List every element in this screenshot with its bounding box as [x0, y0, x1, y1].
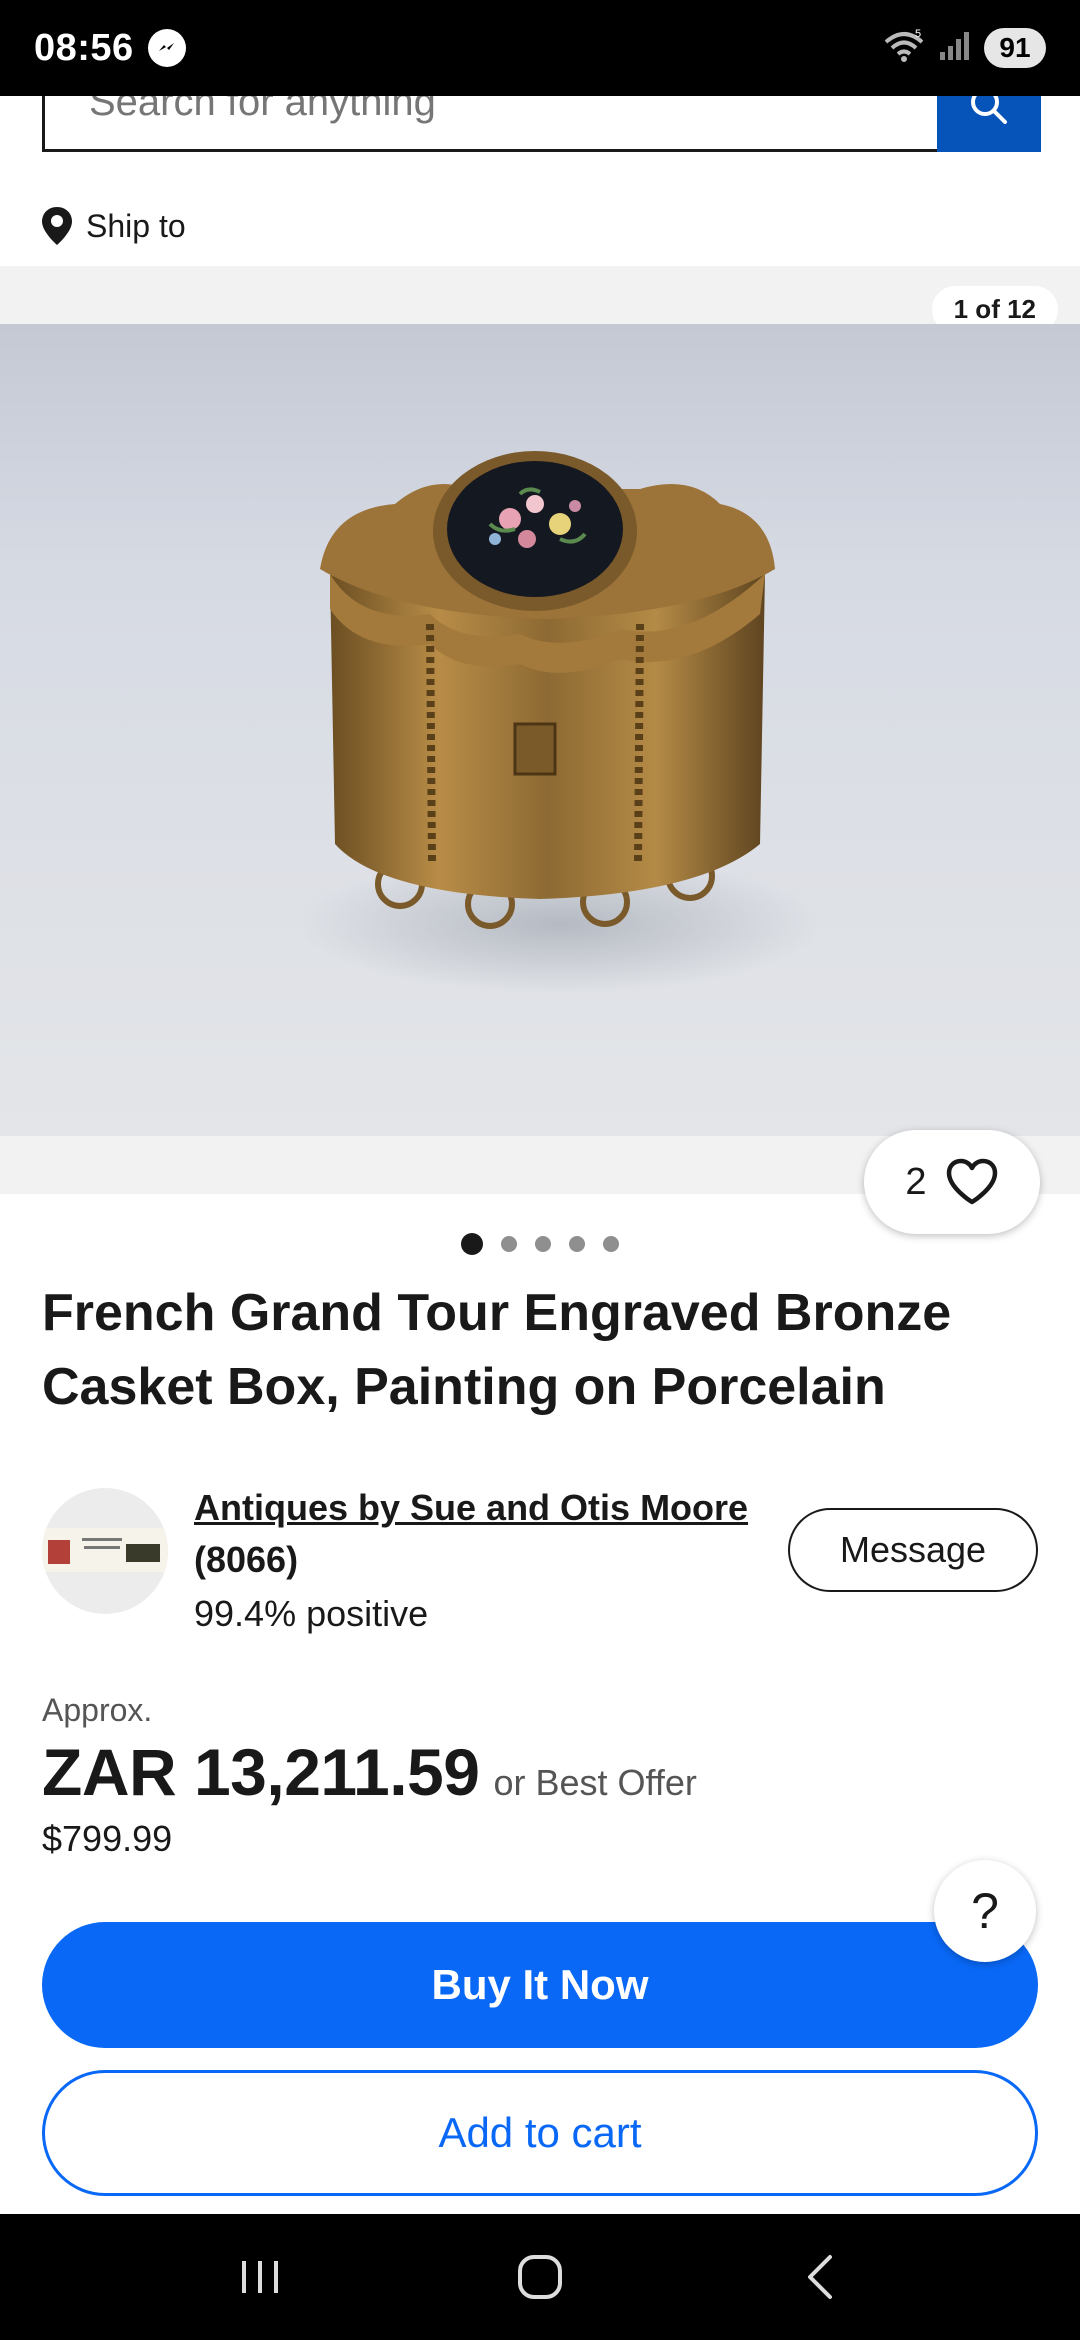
location-pin-icon: [42, 207, 72, 245]
seller-card: Antiques by Sue and Otis Moore (8066) 99…: [42, 1482, 1042, 1634]
heart-icon: [946, 1158, 997, 1205]
battery-indicator: 91: [984, 28, 1046, 68]
bronze-casket-image: [300, 451, 820, 994]
price-block: Approx. ZAR 13,211.59 or Best Offer $799…: [42, 1690, 1042, 1866]
home-icon: [518, 2255, 562, 2299]
home-button[interactable]: [490, 2237, 590, 2317]
back-icon: [808, 2255, 832, 2299]
listing-page: 08:56 5 91 Search for anything Ship to 1…: [0, 0, 1080, 2340]
pagination-dot: [603, 1236, 619, 1252]
seller-feedback-count: (8066): [194, 1539, 299, 1580]
seller-positive-feedback: 99.4% positive: [194, 1593, 429, 1634]
buy-it-now-button[interactable]: Buy It Now: [42, 1922, 1038, 2048]
help-button[interactable]: ?: [934, 1860, 1036, 1962]
ship-to[interactable]: Ship to: [40, 196, 186, 256]
back-button[interactable]: [770, 2237, 870, 2317]
item-photo[interactable]: [0, 324, 1080, 1136]
status-right: 5 91: [882, 28, 1046, 69]
recent-apps-icon: [242, 2261, 278, 2293]
watch-count: 2: [905, 1160, 927, 1203]
system-nav-bar: [0, 2214, 1080, 2340]
seller-avatar[interactable]: [42, 1488, 168, 1614]
best-offer-label: or Best Offer: [493, 1762, 697, 1803]
pagination-dot: [501, 1236, 517, 1252]
listing-title: French Grand Tour Engraved Bronze Casket…: [42, 1284, 952, 1416]
seller-name-link[interactable]: Antiques by Sue and Otis Moore: [194, 1482, 814, 1534]
pagination-dot: [569, 1236, 585, 1252]
wifi-icon: 5: [882, 28, 926, 69]
seller-info: Antiques by Sue and Otis Moore (8066) 99…: [194, 1482, 814, 1642]
pagination-dot: [535, 1236, 551, 1252]
image-gallery[interactable]: 1 of 12: [0, 266, 1080, 1194]
pagination-dot-active: [461, 1233, 483, 1255]
status-bar: 08:56 5 91: [0, 0, 1080, 96]
price-main: ZAR 13,211.59: [42, 1735, 480, 1809]
svg-text:5: 5: [915, 28, 921, 40]
recent-apps-button[interactable]: [210, 2237, 310, 2317]
ship-to-label: Ship to: [86, 207, 186, 244]
status-time: 08:56: [34, 26, 134, 69]
watch-button[interactable]: 2: [864, 1130, 1040, 1234]
gallery-pagination: [0, 1232, 1080, 1256]
status-left: 08:56: [34, 27, 186, 70]
price-line: ZAR 13,211.59 or Best Offer: [42, 1732, 1042, 1812]
add-to-cart-button[interactable]: Add to cart: [42, 2070, 1038, 2196]
message-seller-button[interactable]: Message: [788, 1508, 1038, 1592]
price-usd: $799.99: [42, 1818, 173, 1859]
signal-icon: [938, 30, 972, 67]
approx-label: Approx.: [42, 1692, 153, 1728]
messenger-icon: [147, 29, 186, 67]
